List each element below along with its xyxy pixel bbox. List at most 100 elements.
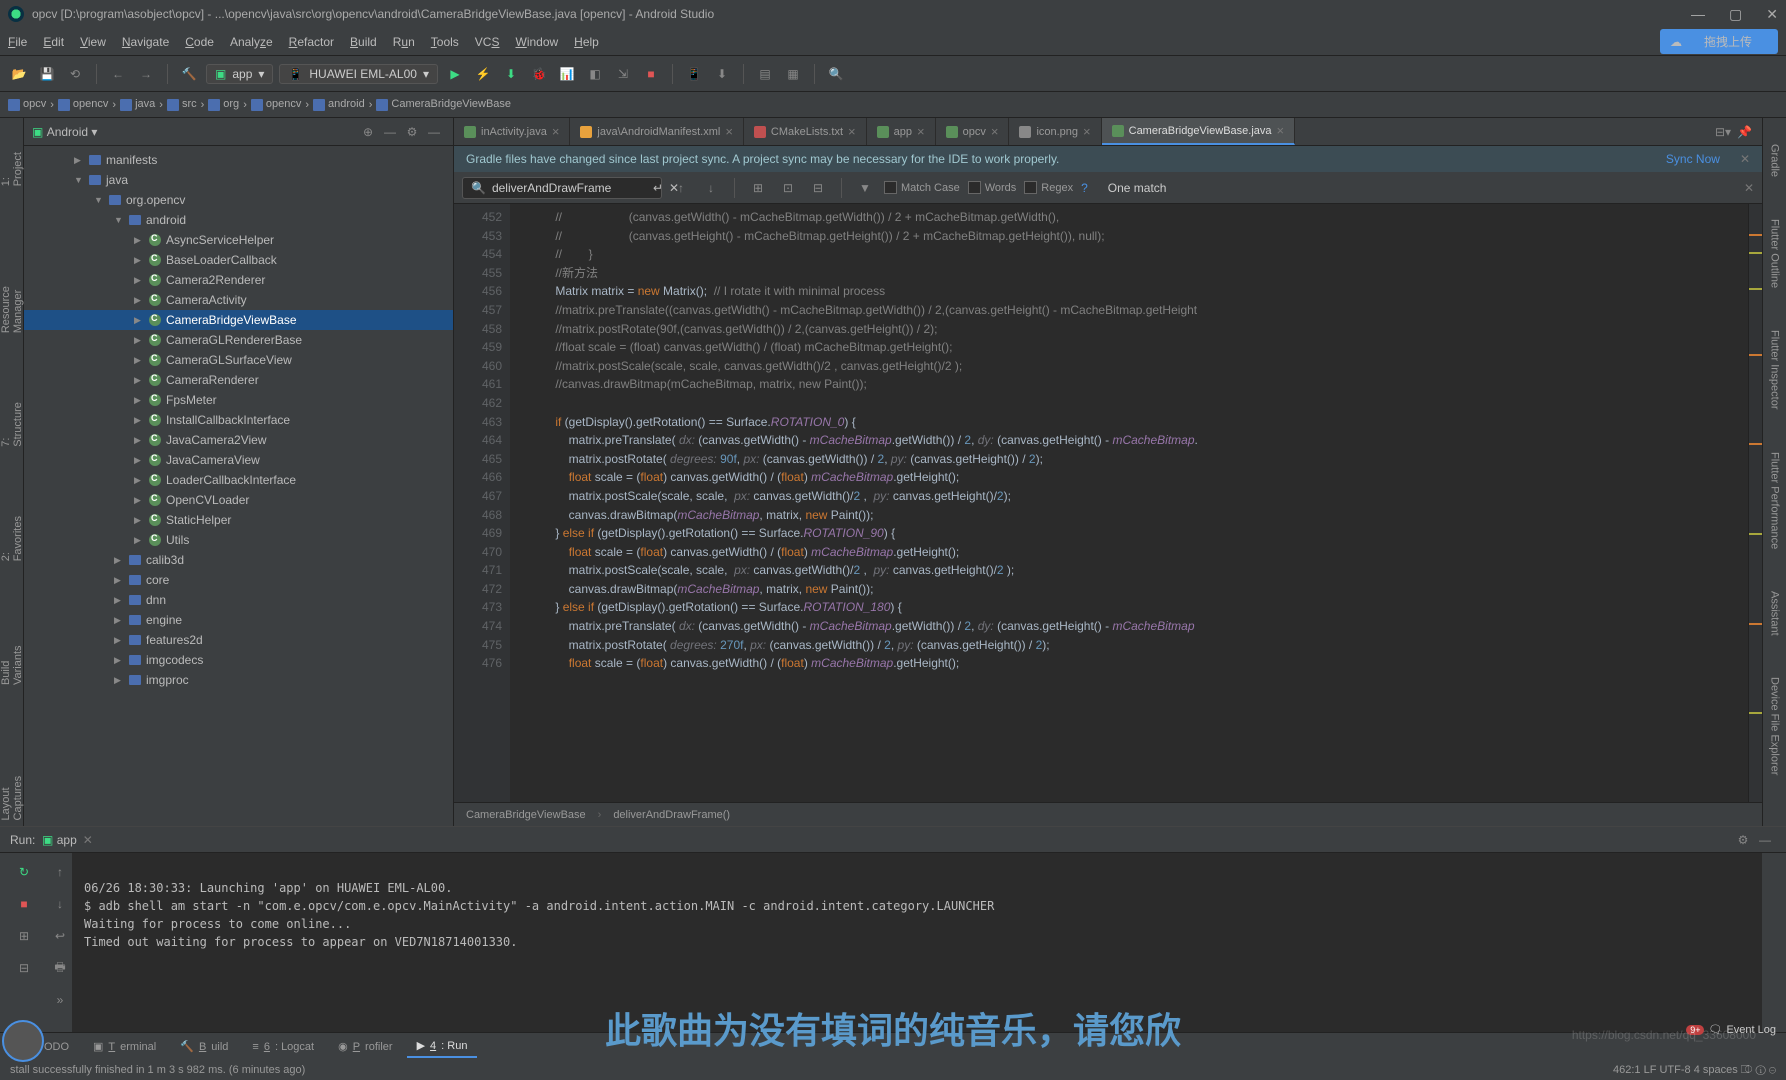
menu-edit[interactable]: Edit bbox=[43, 35, 64, 49]
tree-item[interactable]: ▶StaticHelper bbox=[24, 510, 453, 530]
editor-tab[interactable]: java\AndroidManifest.xml× bbox=[570, 118, 743, 145]
search-icon[interactable]: 🔍 bbox=[825, 63, 847, 85]
next-match-icon[interactable]: ↓ bbox=[700, 177, 722, 199]
project-view-label[interactable]: Android bbox=[47, 125, 88, 139]
scroll-minimap[interactable] bbox=[1748, 204, 1762, 802]
tree-item[interactable]: ▶engine bbox=[24, 610, 453, 630]
run-config-selector[interactable]: ▣ app ▾ bbox=[206, 64, 273, 84]
run-tab-label[interactable]: app bbox=[57, 833, 77, 847]
hide-icon[interactable]: — bbox=[423, 121, 445, 143]
breadcrumb-item[interactable]: opencv bbox=[58, 98, 108, 110]
menu-tools[interactable]: Tools bbox=[431, 35, 459, 49]
menu-refactor[interactable]: Refactor bbox=[289, 35, 334, 49]
sidebar-tab[interactable]: Assistant bbox=[1767, 585, 1783, 642]
filter-icon[interactable]: ⊟ bbox=[13, 957, 35, 979]
attach-icon[interactable]: ⇲ bbox=[612, 63, 634, 85]
close-tab-icon[interactable]: ✕ bbox=[83, 833, 93, 847]
editor-tab[interactable]: inActivity.java× bbox=[454, 118, 570, 145]
tree-item[interactable]: ▶CameraRenderer bbox=[24, 370, 453, 390]
history-icon[interactable]: ↵ bbox=[653, 181, 663, 195]
layout-icon[interactable]: ⊞ bbox=[13, 925, 35, 947]
sidebar-tab[interactable]: Flutter Inspector bbox=[1767, 324, 1783, 415]
breadcrumb-item[interactable]: opcv bbox=[8, 98, 46, 110]
menu-run[interactable]: Run bbox=[393, 35, 415, 49]
menu-navigate[interactable]: Navigate bbox=[122, 35, 169, 49]
tree-item[interactable]: ▶dnn bbox=[24, 590, 453, 610]
hide-icon[interactable]: — bbox=[1754, 829, 1776, 851]
tree-item[interactable]: ▶core bbox=[24, 570, 453, 590]
editor-tab[interactable]: CameraBridgeViewBase.java× bbox=[1102, 118, 1295, 145]
sidebar-tab[interactable]: Device File Explorer bbox=[1767, 671, 1783, 781]
editor-tab[interactable]: opcv× bbox=[936, 118, 1010, 145]
sidebar-tab[interactable]: Gradle bbox=[1767, 138, 1783, 183]
close-icon[interactable]: ✕ bbox=[1740, 152, 1750, 166]
profile-icon[interactable]: 📊 bbox=[556, 63, 578, 85]
up-icon[interactable]: ↑ bbox=[49, 861, 71, 883]
tree-item[interactable]: ▶Camera2Renderer bbox=[24, 270, 453, 290]
tree-item[interactable]: ▶OpenCVLoader bbox=[24, 490, 453, 510]
coverage-icon[interactable]: ◧ bbox=[584, 63, 606, 85]
layout-icon[interactable]: ▤ bbox=[754, 63, 776, 85]
tree-item[interactable]: ▶LoaderCallbackInterface bbox=[24, 470, 453, 490]
crumb-class[interactable]: CameraBridgeViewBase bbox=[466, 809, 586, 821]
tree-item[interactable]: ▶CameraGLSurfaceView bbox=[24, 350, 453, 370]
remove-selection-icon[interactable]: ⊟ bbox=[807, 177, 829, 199]
apply-changes-icon[interactable]: ⚡ bbox=[472, 63, 494, 85]
help-icon[interactable]: ? bbox=[1081, 181, 1088, 195]
forward-icon[interactable]: → bbox=[135, 63, 157, 85]
menu-vcs[interactable]: VCS bbox=[475, 35, 500, 49]
tree-item[interactable]: ▶CameraBridgeViewBase bbox=[24, 310, 453, 330]
breadcrumb-item[interactable]: android bbox=[313, 98, 365, 110]
project-tree[interactable]: ▶manifests▼java▼org.opencv▼android▶Async… bbox=[24, 146, 453, 826]
menu-build[interactable]: Build bbox=[350, 35, 377, 49]
sidebar-tab[interactable]: Flutter Outline bbox=[1767, 213, 1783, 294]
chevron-down-icon[interactable]: ▾ bbox=[88, 125, 97, 139]
gear-icon[interactable]: ⚙ bbox=[1732, 829, 1754, 851]
down-icon[interactable]: ↓ bbox=[49, 893, 71, 915]
close-button[interactable]: ✕ bbox=[1766, 6, 1778, 23]
tree-item[interactable]: ▼org.opencv bbox=[24, 190, 453, 210]
find-input-box[interactable]: 🔍 ↵ ✕ bbox=[462, 177, 662, 199]
sidebar-tab[interactable]: 7: Structure bbox=[0, 389, 26, 453]
find-input[interactable] bbox=[492, 181, 647, 195]
tree-item[interactable]: ▶calib3d bbox=[24, 550, 453, 570]
tree-item[interactable]: ▼java bbox=[24, 170, 453, 190]
rerun-icon[interactable]: ↻ bbox=[13, 861, 35, 883]
bottom-tab[interactable]: ◉Profiler bbox=[328, 1036, 402, 1057]
sync-icon[interactable]: ⟲ bbox=[64, 63, 86, 85]
bottom-tab[interactable]: ▣Terminal bbox=[83, 1036, 166, 1057]
menu-file[interactable]: File bbox=[8, 35, 27, 49]
open-icon[interactable]: 📂 bbox=[8, 63, 30, 85]
sidebar-tab[interactable]: 2: Favorites bbox=[0, 503, 26, 567]
tree-item[interactable]: ▶FpsMeter bbox=[24, 390, 453, 410]
debug-icon[interactable]: 🐞 bbox=[528, 63, 550, 85]
maximize-button[interactable]: ▢ bbox=[1729, 6, 1742, 23]
sidebar-tab[interactable]: 1: Project bbox=[0, 138, 26, 192]
tree-item[interactable]: ▶BaseLoaderCallback bbox=[24, 250, 453, 270]
editor-tab[interactable]: CMakeLists.txt× bbox=[744, 118, 867, 145]
console-output[interactable]: 06/26 18:30:33: Launching 'app' on HUAWE… bbox=[72, 853, 1762, 1032]
match-case-checkbox[interactable]: Match Case bbox=[884, 181, 960, 194]
tree-item[interactable]: ▶features2d bbox=[24, 630, 453, 650]
prev-match-icon[interactable]: ↑ bbox=[670, 177, 692, 199]
cloud-upload-button[interactable]: ☁ 拖拽上传 bbox=[1660, 29, 1778, 54]
tree-item[interactable]: ▶JavaCameraView bbox=[24, 450, 453, 470]
wrap-icon[interactable]: ↩ bbox=[49, 925, 71, 947]
device-selector[interactable]: 📱 HUAWEI EML-AL00 ▾ bbox=[279, 64, 438, 84]
filter-icon[interactable]: ▼ bbox=[854, 177, 876, 199]
editor-tab[interactable]: app× bbox=[867, 118, 936, 145]
sidebar-tab[interactable]: Flutter Performance bbox=[1767, 446, 1783, 555]
stop-icon[interactable]: ■ bbox=[13, 893, 35, 915]
stop-icon[interactable]: ■ bbox=[640, 63, 662, 85]
breadcrumb-item[interactable]: src bbox=[167, 98, 197, 110]
code-editor[interactable]: 4524534544554564574584594604614624634644… bbox=[454, 204, 1762, 802]
tree-item[interactable]: ▶CameraGLRendererBase bbox=[24, 330, 453, 350]
add-selection-icon[interactable]: ⊞ bbox=[747, 177, 769, 199]
gear-icon[interactable]: ⚙ bbox=[401, 121, 423, 143]
sync-now-link[interactable]: Sync Now bbox=[1666, 152, 1720, 166]
tree-item[interactable]: ▶Utils bbox=[24, 530, 453, 550]
minimize-button[interactable]: — bbox=[1691, 6, 1705, 23]
tree-item[interactable]: ▶AsyncServiceHelper bbox=[24, 230, 453, 250]
menu-code[interactable]: Code bbox=[185, 35, 214, 49]
tree-item[interactable]: ▶imgproc bbox=[24, 670, 453, 690]
